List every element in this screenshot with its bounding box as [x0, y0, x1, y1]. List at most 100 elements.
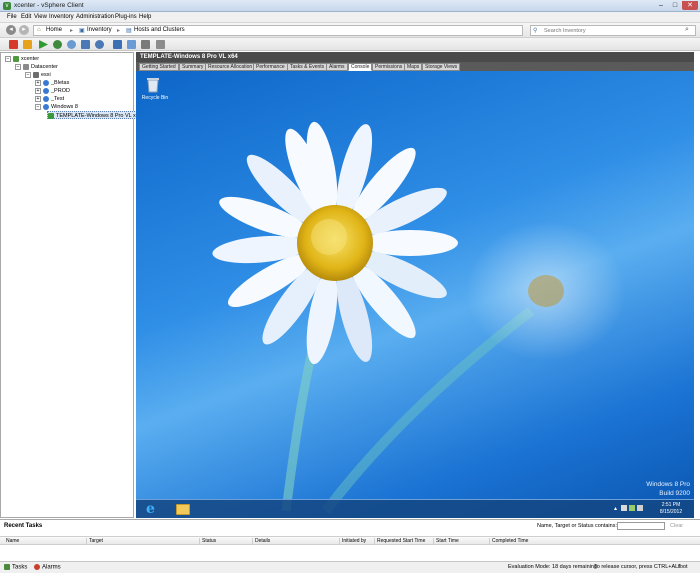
- expand-icon[interactable]: +: [35, 79, 41, 86]
- menu-help[interactable]: Help: [139, 14, 151, 20]
- column-target[interactable]: Target: [86, 538, 103, 545]
- revert-snapshot-icon[interactable]: [95, 40, 104, 49]
- breadcrumb-hosts-clusters[interactable]: Hosts and Clusters: [134, 27, 185, 33]
- recent-tasks-panel: Recent Tasks Name, Target or Status cont…: [0, 519, 700, 561]
- power-off-icon[interactable]: [9, 40, 18, 49]
- breadcrumb-separator-icon: ▸: [117, 28, 121, 34]
- tree-item-folder[interactable]: − Windows 8: [35, 103, 78, 111]
- tab-tasks-events[interactable]: Tasks & Events: [287, 63, 328, 71]
- clear-filter-link[interactable]: Clear: [670, 523, 683, 529]
- menu-plugins[interactable]: Plug-ins: [115, 14, 137, 20]
- hosts-clusters-icon: ▤: [126, 28, 132, 34]
- suspend-icon[interactable]: [23, 40, 32, 49]
- datacenter-icon: [23, 63, 29, 70]
- task-filter-dropdown[interactable]: Name, Target or Status contains: ▾: [537, 523, 621, 529]
- search-icon[interactable]: ⌕: [685, 26, 689, 34]
- reset-icon[interactable]: [53, 40, 62, 49]
- menu-edit[interactable]: Edit: [21, 14, 31, 20]
- snapshot-manager-icon[interactable]: [113, 40, 122, 49]
- tree-item-folder[interactable]: + _Test: [35, 95, 64, 103]
- column-details[interactable]: Details: [252, 538, 270, 545]
- show-hidden-icons-icon[interactable]: ▴: [614, 505, 617, 512]
- tab-getting-started[interactable]: Getting Started: [139, 63, 179, 71]
- tree-item-label: _Bletas: [51, 80, 70, 86]
- tab-performance[interactable]: Performance: [253, 63, 288, 71]
- search-box: ⚲ ⌕: [530, 25, 696, 36]
- search-input[interactable]: [544, 26, 682, 35]
- tree-item-folder[interactable]: + _Bletas: [35, 79, 69, 87]
- alarms-label: Alarms: [42, 564, 61, 571]
- expand-icon[interactable]: +: [35, 95, 41, 102]
- tab-summary[interactable]: Summary: [179, 63, 207, 71]
- navigation-bar: ◂ ▸ ⌂ Home ▸ ▣ Inventory ▸ ▤ Hosts and C…: [0, 23, 700, 38]
- menu-file[interactable]: File: [7, 14, 17, 20]
- tab-alarms[interactable]: Alarms: [326, 63, 348, 71]
- tasks-button[interactable]: Tasks: [4, 564, 27, 571]
- menu-administration[interactable]: Administration: [76, 14, 114, 20]
- collapse-icon[interactable]: −: [5, 55, 11, 62]
- close-button[interactable]: ✕: [682, 1, 698, 10]
- console-icon[interactable]: [127, 40, 136, 49]
- tree-item-label: _Test: [51, 96, 65, 102]
- windows-branding: Windows 8 Pro Build 9200: [630, 480, 690, 498]
- tab-maps[interactable]: Maps: [404, 63, 423, 71]
- search-scope-icon[interactable]: ⚲: [533, 27, 537, 34]
- collapse-icon[interactable]: −: [25, 71, 31, 78]
- current-user: root: [678, 564, 688, 570]
- internet-explorer-icon[interactable]: e: [146, 502, 161, 517]
- snapshot-icon[interactable]: [81, 40, 90, 49]
- task-filter-input[interactable]: [617, 522, 665, 530]
- tree-item-folder[interactable]: + _PROD: [35, 87, 70, 95]
- file-explorer-icon[interactable]: [176, 504, 190, 515]
- alarms-icon: [34, 564, 40, 570]
- tasks-icon: [4, 564, 10, 570]
- minimize-button[interactable]: –: [654, 1, 668, 10]
- tab-resource-allocation[interactable]: Resource Allocation: [205, 63, 256, 71]
- menu-inventory[interactable]: Inventory: [49, 14, 74, 20]
- volume-icon[interactable]: [637, 505, 643, 511]
- maximize-button[interactable]: □: [668, 1, 682, 10]
- tasks-column-header: Name Target Status Details Initiated by …: [0, 536, 700, 545]
- vm-console[interactable]: Recycle Bin Windows 8 Pro Build 9200 e ▴…: [136, 71, 694, 518]
- tab-permissions[interactable]: Permissions: [372, 63, 406, 71]
- power-on-icon[interactable]: [39, 40, 48, 49]
- migrate-icon[interactable]: [156, 40, 165, 49]
- column-initiated-by[interactable]: Initiated by: [339, 538, 366, 545]
- taskbar-clock[interactable]: 2:51 PM 8/15/2012: [651, 502, 691, 516]
- tree-item-host[interactable]: − esxi: [25, 71, 51, 79]
- desktop-wallpaper: [212, 121, 626, 515]
- column-start-time[interactable]: Start Time: [433, 538, 459, 545]
- guest-os-icon[interactable]: [67, 40, 76, 49]
- column-completed-time[interactable]: Completed Time: [489, 538, 528, 545]
- daisy-flower: [212, 121, 458, 365]
- tree-item-vcenter[interactable]: − xcenter: [5, 55, 39, 63]
- expand-icon[interactable]: +: [35, 87, 41, 94]
- breadcrumb-home[interactable]: Home: [46, 27, 62, 33]
- recycle-bin-icon[interactable]: [146, 77, 160, 93]
- tab-console[interactable]: Console: [348, 63, 373, 71]
- column-name[interactable]: Name: [4, 538, 19, 545]
- action-center-flag-icon[interactable]: [621, 505, 627, 511]
- column-status[interactable]: Status: [199, 538, 216, 545]
- tree-item-label: _PROD: [51, 88, 70, 94]
- tree-item-label: Datacenter: [31, 64, 58, 70]
- menu-view[interactable]: View: [34, 14, 47, 20]
- network-icon[interactable]: [629, 505, 635, 511]
- column-requested-start-time[interactable]: Requested Start Time: [374, 538, 425, 545]
- collapse-icon[interactable]: −: [35, 103, 41, 110]
- tree-item-label: esxi: [41, 72, 51, 78]
- back-arrow-icon[interactable]: ◂: [6, 25, 16, 35]
- forward-arrow-icon[interactable]: ▸: [19, 25, 29, 35]
- breadcrumb: ⌂ Home ▸ ▣ Inventory ▸ ▤ Hosts and Clust…: [33, 25, 523, 36]
- window-titlebar: v xcenter - vSphere Client – □ ✕: [0, 0, 700, 12]
- tab-storage-views[interactable]: Storage Views: [422, 63, 461, 71]
- home-icon[interactable]: ⌂: [37, 27, 41, 33]
- tree-item-datacenter[interactable]: − Datacenter: [15, 63, 58, 71]
- breadcrumb-inventory[interactable]: Inventory: [87, 27, 112, 33]
- collapse-icon[interactable]: −: [15, 63, 21, 70]
- inventory-icon: ▣: [79, 28, 85, 34]
- devices-icon[interactable]: [141, 40, 150, 49]
- tree-item-vm-selected[interactable]: TEMPLATE-Windows 8 Pro VL x64: [47, 111, 145, 119]
- recycle-bin-label: Recycle Bin: [141, 95, 169, 101]
- alarms-button[interactable]: Alarms: [34, 564, 61, 571]
